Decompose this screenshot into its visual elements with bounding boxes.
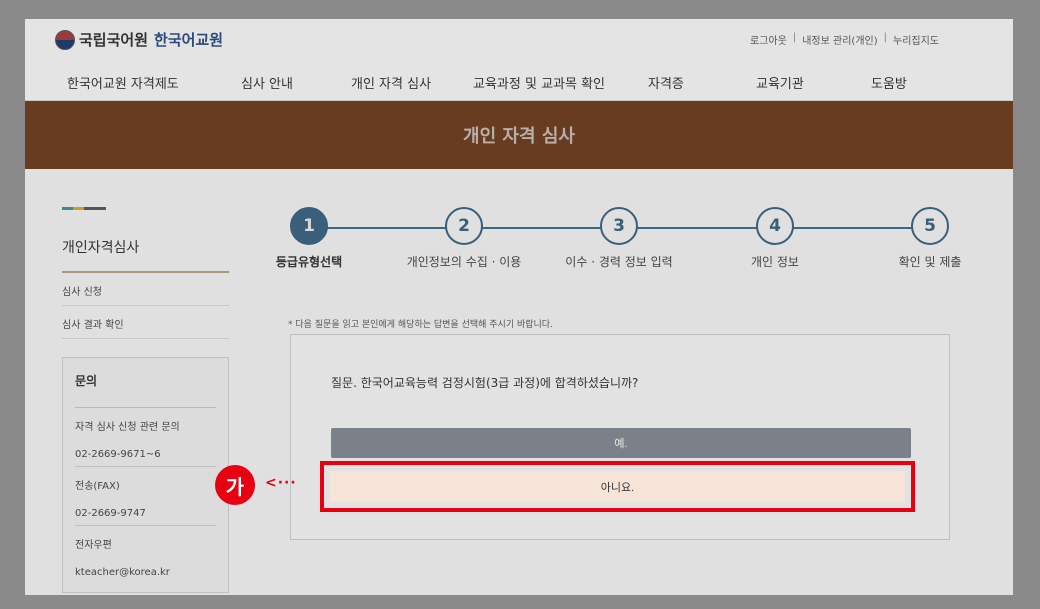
taegeuk-emblem-icon (55, 29, 75, 50)
step-4-circle: 4 (756, 207, 794, 245)
contact-fax: 02-2669-9747 (75, 498, 216, 526)
contact-box: 문의 자격 심사 신청 관련 문의 02-2669-9671~6 전송(FAX)… (62, 357, 229, 593)
step-1-label: 등급유형선택 (275, 255, 343, 269)
sidebar-item-results[interactable]: 심사 결과 확인 (62, 306, 229, 339)
instruction-text: * 다음 질문을 읽고 본인에게 해당하는 답변을 선택해 주시기 바랍니다. (288, 320, 553, 330)
step-2-label: 개인정보의 수집 · 이용 (406, 255, 522, 269)
answer-yes-button[interactable]: 예. (331, 428, 911, 458)
step-2: 2 개인정보의 수집 · 이용 (399, 207, 529, 270)
progress-steps: 1 등급유형선택 2 개인정보의 수집 · 이용 3 이수 · 경력 정보 입력… (268, 207, 968, 277)
question-text: 질문. 한국어교육능력 검정시험(3급 과정)에 합격하셨습니까? (331, 376, 639, 390)
banner-title: 개인 자격 심사 (463, 126, 575, 147)
step-3-circle: 3 (600, 207, 638, 245)
callout-arrow-icon: <··· (265, 475, 297, 491)
org-name: 국립국어원 (79, 31, 149, 49)
utility-links: 로그아웃 | 내정보 관리(개인) | 누리집지도 (750, 32, 939, 47)
site-header: 국립국어원 한국어교원 로그아웃 | 내정보 관리(개인) | 누리집지도 한국… (25, 19, 1013, 101)
step-3-label: 이수 · 경력 정보 입력 (565, 255, 673, 269)
nav-item-review-guide[interactable]: 심사 안내 (241, 73, 293, 92)
logout-link[interactable]: 로그아웃 (750, 32, 787, 47)
nav-item-certificate[interactable]: 자격증 (648, 73, 684, 92)
nav-item-curriculum-check[interactable]: 교육과정 및 교과목 확인 (473, 73, 605, 92)
step-5-label: 확인 및 제출 (898, 255, 962, 269)
sidebar: 개인자격심사 심사 신청 심사 결과 확인 문의 자격 심사 신청 관련 문의 … (62, 207, 229, 593)
step-4: 4 개인 정보 (710, 207, 840, 270)
my-info-link[interactable]: 내정보 관리(개인) (802, 32, 877, 47)
site-name: 한국어교원 (154, 31, 224, 49)
page-banner: 개인 자격 심사 (25, 101, 1013, 169)
nav-item-individual-review[interactable]: 개인 자격 심사 (351, 73, 431, 92)
sidebar-accent-bar (62, 207, 106, 210)
contact-fax-label: 전송(FAX) (75, 481, 120, 492)
site-logo[interactable]: 국립국어원 한국어교원 (55, 29, 223, 50)
step-5: 5 확인 및 제출 (865, 207, 995, 270)
step-5-circle: 5 (911, 207, 949, 245)
step-3: 3 이수 · 경력 정보 입력 (554, 207, 684, 270)
sidebar-item-apply[interactable]: 심사 신청 (62, 273, 229, 306)
nav-item-institutions[interactable]: 교육기관 (756, 73, 804, 92)
nav-item-qualification-system[interactable]: 한국어교원 자격제도 (67, 73, 179, 92)
contact-phone: 02-2669-9671~6 (75, 439, 216, 467)
main-nav: 한국어교원 자격제도 심사 안내 개인 자격 심사 교육과정 및 교과목 확인 … (25, 69, 1013, 95)
step-2-circle: 2 (445, 207, 483, 245)
page-frame: 국립국어원 한국어교원 로그아웃 | 내정보 관리(개인) | 누리집지도 한국… (25, 19, 1013, 595)
nav-item-help[interactable]: 도움방 (871, 73, 907, 92)
contact-inquiry-label: 자격 심사 신청 관련 문의 (75, 422, 180, 433)
sitemap-link[interactable]: 누리집지도 (893, 32, 939, 47)
answer-no-button[interactable]: 아니요. (330, 471, 905, 502)
step-4-label: 개인 정보 (751, 255, 799, 269)
contact-email-label: 전자우편 (75, 540, 112, 551)
contact-title: 문의 (75, 372, 216, 408)
step-1: 1 등급유형선택 (244, 207, 374, 270)
contact-email: kteacher@korea.kr (75, 567, 170, 578)
step-1-circle: 1 (290, 207, 328, 245)
highlight-box: 아니요. (320, 461, 915, 512)
callout-badge: 가 (215, 465, 255, 505)
sidebar-title: 개인자격심사 (62, 237, 229, 273)
